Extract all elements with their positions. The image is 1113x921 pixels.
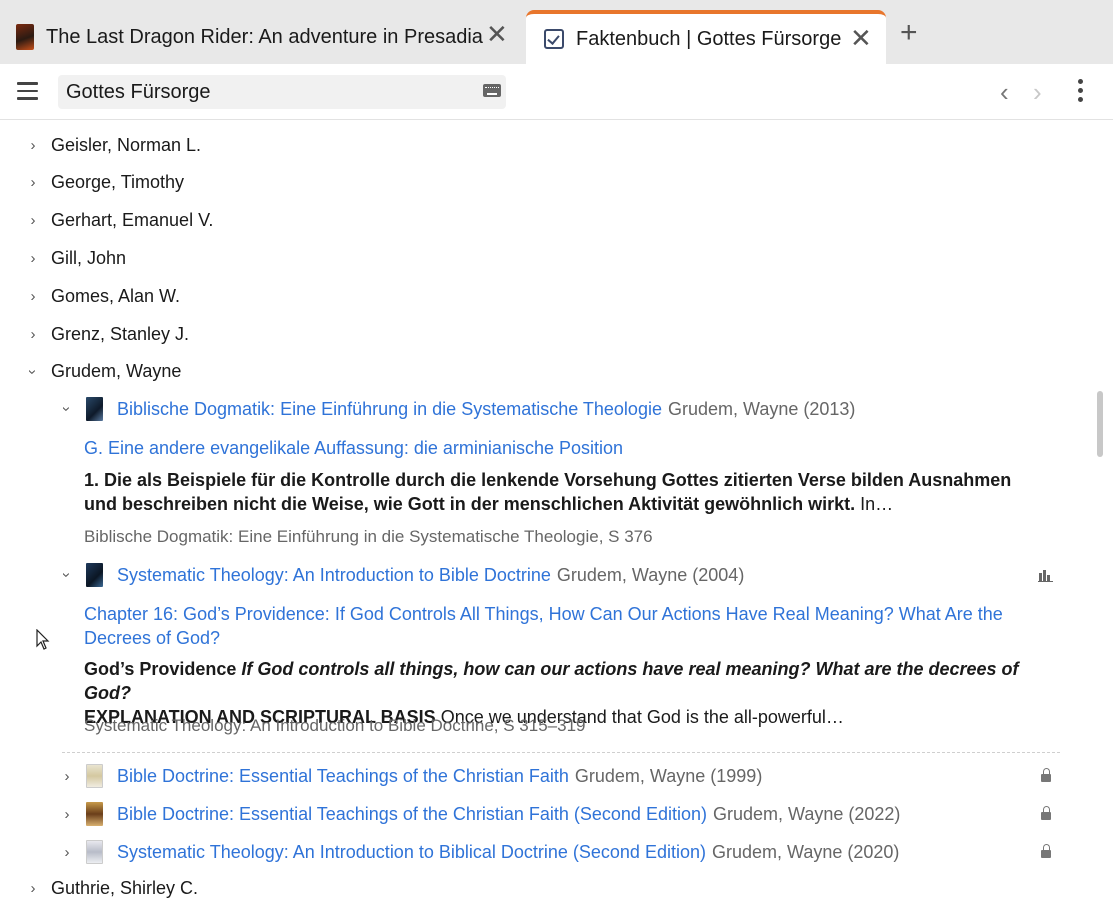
divider: [62, 752, 1060, 753]
book-title-link[interactable]: Systematic Theology: An Introduction to …: [117, 565, 551, 586]
book-row[interactable]: › Systematic Theology: An Introduction t…: [59, 563, 745, 587]
chevron-right-icon[interactable]: ›: [28, 288, 38, 305]
tab-last-dragon-rider[interactable]: The Last Dragon Rider: An adventure in P…: [0, 10, 525, 64]
book-cover-icon: [86, 563, 103, 587]
chevron-right-icon[interactable]: ›: [28, 326, 38, 343]
chevron-left-icon[interactable]: ‹: [1000, 77, 1009, 108]
chevron-down-icon[interactable]: ›: [25, 367, 42, 377]
excerpt: 1. Die als Beispiele für die Kontrolle d…: [84, 468, 1044, 516]
book-meta: Grudem, Wayne (1999): [574, 765, 763, 786]
book-meta: Grudem, Wayne (2020): [711, 841, 900, 862]
scrollbar-thumb[interactable]: [1097, 391, 1103, 457]
lock-icon: [1041, 806, 1051, 820]
author-name: Gomes, Alan W.: [51, 286, 181, 306]
book-cover-icon: [86, 764, 103, 788]
chevron-down-icon[interactable]: ›: [59, 570, 76, 580]
book-cover-icon: [86, 802, 103, 826]
lock-icon: [1041, 844, 1051, 858]
book-row[interactable]: › Biblische Dogmatik: Eine Einführung in…: [59, 397, 856, 421]
author-name: Geisler, Norman L.: [51, 135, 202, 155]
book-cover-icon: [16, 24, 34, 50]
author-row[interactable]: › Gomes, Alan W.: [28, 286, 181, 307]
chevron-right-icon[interactable]: ›: [28, 880, 38, 897]
chevron-right-icon[interactable]: ›: [1033, 77, 1042, 108]
chevron-right-icon[interactable]: ›: [62, 844, 72, 861]
author-row[interactable]: › Geisler, Norman L.: [28, 135, 202, 156]
toolbar: Gottes Fürsorge ‹ ›: [0, 64, 1113, 120]
excerpt-rest: In…: [855, 494, 894, 514]
book-title-link[interactable]: Systematic Theology: An Introduction to …: [117, 842, 706, 863]
book-cover-icon: [86, 840, 103, 864]
mouse-cursor-icon: [36, 629, 50, 650]
author-row[interactable]: › George, Timothy: [28, 172, 185, 193]
menu-icon[interactable]: [17, 82, 38, 100]
book-cover-icon: [86, 397, 103, 421]
chart-icon[interactable]: [1038, 570, 1053, 582]
close-icon[interactable]: ✕: [486, 21, 508, 47]
book-meta: Grudem, Wayne (2022): [712, 803, 901, 824]
book-meta: Grudem, Wayne (2004): [556, 564, 745, 585]
author-row[interactable]: › Gerhart, Emanuel V.: [28, 210, 214, 231]
book-row[interactable]: › Bible Doctrine: Essential Teachings of…: [62, 802, 900, 826]
tab-title: The Last Dragon Rider: An adventure in P…: [46, 25, 483, 48]
chevron-right-icon[interactable]: ›: [62, 768, 72, 785]
chevron-down-icon[interactable]: ›: [59, 404, 76, 414]
author-name: Gill, John: [51, 248, 127, 268]
author-row[interactable]: › Guthrie, Shirley C.: [28, 878, 199, 899]
book-title-link[interactable]: Bible Doctrine: Essential Teachings of t…: [117, 804, 707, 825]
author-name: Grudem, Wayne: [51, 361, 182, 381]
keyboard-icon[interactable]: [483, 84, 501, 97]
author-name: Grenz, Stanley J.: [51, 324, 190, 344]
close-icon[interactable]: ✕: [850, 25, 872, 51]
tab-title: Faktenbuch | Gottes Fürsorge: [576, 27, 842, 50]
author-row[interactable]: › Grenz, Stanley J.: [28, 324, 190, 345]
book-row[interactable]: › Systematic Theology: An Introduction t…: [62, 840, 899, 864]
book-meta: Grudem, Wayne (2013): [667, 398, 856, 419]
search-input[interactable]: Gottes Fürsorge: [58, 75, 506, 109]
author-name: Guthrie, Shirley C.: [51, 878, 199, 898]
source-reference: Biblische Dogmatik: Eine Einführung in d…: [84, 527, 653, 546]
book-row[interactable]: › Bible Doctrine: Essential Teachings of…: [62, 764, 762, 788]
author-name: Gerhart, Emanuel V.: [51, 210, 214, 230]
author-row-expanded[interactable]: › Grudem, Wayne: [25, 361, 182, 382]
book-title-link[interactable]: Bible Doctrine: Essential Teachings of t…: [117, 766, 569, 787]
chevron-right-icon[interactable]: ›: [62, 806, 72, 823]
plus-icon[interactable]: +: [900, 18, 918, 48]
tab-faktenbuch[interactable]: Faktenbuch | Gottes Fürsorge ✕: [526, 10, 886, 64]
chevron-right-icon[interactable]: ›: [28, 212, 38, 229]
results-list: › Geisler, Norman L. › George, Timothy ›…: [0, 120, 1100, 921]
chevron-right-icon[interactable]: ›: [28, 137, 38, 154]
lock-icon: [1041, 768, 1051, 782]
section-link[interactable]: G. Eine andere evangelikale Auffassung: …: [84, 436, 623, 460]
tab-bar: The Last Dragon Rider: An adventure in P…: [0, 0, 1113, 64]
chevron-right-icon[interactable]: ›: [28, 250, 38, 267]
book-title-link[interactable]: Biblische Dogmatik: Eine Einführung in d…: [117, 399, 662, 420]
author-row[interactable]: › Gill, John: [28, 248, 127, 269]
author-name: George, Timothy: [51, 172, 185, 192]
more-vertical-icon[interactable]: [1078, 79, 1084, 106]
chevron-right-icon[interactable]: ›: [28, 174, 38, 191]
excerpt-bold: God’s Providence: [84, 659, 237, 679]
source-reference: Systematic Theology: An Introduction to …: [84, 716, 586, 735]
section-link[interactable]: Chapter 16: God’s Providence: If God Con…: [84, 602, 1064, 650]
search-value: Gottes Fürsorge: [66, 81, 211, 103]
checkbox-icon: [544, 29, 564, 49]
